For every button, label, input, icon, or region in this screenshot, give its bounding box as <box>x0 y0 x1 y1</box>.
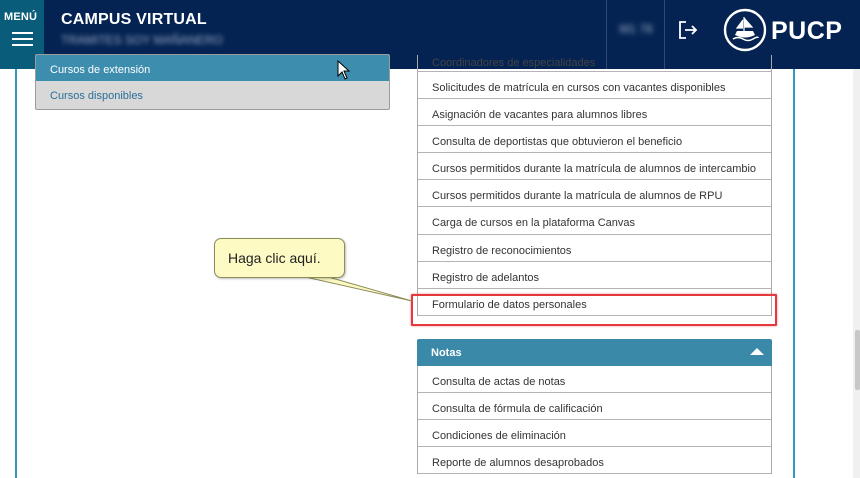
logo-text: PUCP <box>771 17 843 45</box>
user-code[interactable]: M1 78 <box>610 22 662 36</box>
ship-seal-icon <box>723 8 767 52</box>
list-item[interactable]: Coordinadores de especialidades <box>418 55 771 72</box>
menu-list: Coordinadores de especialidades Solicitu… <box>417 55 772 316</box>
highlight-box <box>411 294 777 326</box>
list-item[interactable]: Consulta de actas de notas <box>418 366 771 394</box>
app-title: CAMPUS VIRTUAL <box>61 11 207 28</box>
callout-tooltip: Haga clic aquí. <box>214 238 345 278</box>
notas-list: Consulta de actas de notas Consulta de f… <box>417 366 772 475</box>
list-item[interactable]: Solicitudes de matrícula en cursos con v… <box>418 72 771 100</box>
list-item[interactable]: Asignación de vacantes para alumnos libr… <box>418 99 771 127</box>
list-item[interactable]: Registro de reconocimientos <box>418 235 771 262</box>
callout-text: Haga clic aquí. <box>228 250 321 266</box>
list-item[interactable]: Registro de adelantos <box>418 262 771 289</box>
list-item[interactable]: Cursos permitidos durante la matrícula d… <box>418 180 771 208</box>
collapse-caret-icon[interactable] <box>750 348 764 355</box>
scrollbar-thumb[interactable] <box>855 330 860 390</box>
frame-line-right <box>793 69 795 478</box>
section-header-notas[interactable]: Notas <box>417 339 772 366</box>
section-title: Notas <box>431 347 462 359</box>
list-item[interactable]: Condiciones de eliminación <box>418 420 771 448</box>
card-link-cursos-disponibles[interactable]: Cursos disponibles <box>50 90 143 102</box>
list-item[interactable]: Consulta de fórmula de calificación <box>418 393 771 421</box>
list-item[interactable]: Cursos permitidos durante la matrícula d… <box>418 153 771 181</box>
frame-line-left <box>15 69 17 478</box>
pucp-logo[interactable]: PUCP <box>722 7 856 53</box>
app-subtitle: TRAMITES SOY MAÑANERO <box>61 33 223 47</box>
list-item[interactable]: Reporte de alumnos desaprobados <box>418 447 771 475</box>
hamburger-icon <box>12 32 33 50</box>
list-item[interactable]: Carga de cursos en la plataforma Canvas <box>418 207 771 235</box>
list-item[interactable]: Consulta de deportistas que obtuvieron e… <box>418 126 771 154</box>
logout-icon[interactable] <box>677 19 699 41</box>
menu-label: MENÚ <box>4 11 38 23</box>
mouse-cursor-icon <box>337 60 351 80</box>
scrollbar-track[interactable] <box>853 69 860 478</box>
